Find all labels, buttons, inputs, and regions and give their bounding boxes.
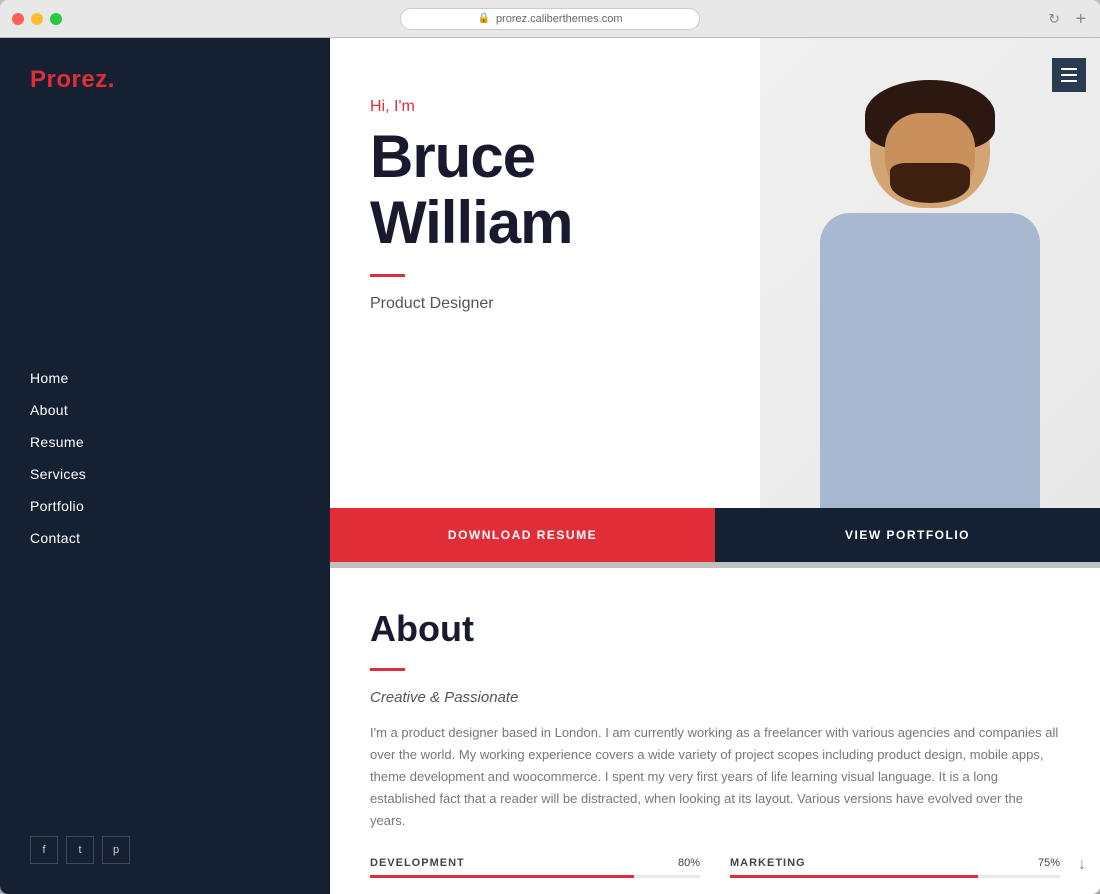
hamburger-line-3 [1061,80,1077,82]
skill-marketing-pct: 75% [1038,857,1060,869]
skill-marketing-name: MARKETING [730,857,806,869]
hero-text: Hi, I'm Bruce William Product Designer [330,38,1100,353]
browser-window: 🔒 prorez.caliberthemes.com ↻ + Prorez. H… [0,0,1100,894]
last-name: William [370,189,573,256]
social-icons: f t p [30,836,130,864]
sidebar-item-resume[interactable]: Resume [30,426,300,458]
logo-dot: . [108,66,115,93]
skill-development: DEVELOPMENT 80% [370,857,700,878]
scroll-down-icon: ↓ [1078,856,1086,874]
skill-marketing: MARKETING 75% [730,857,1060,878]
sidebar-item-services[interactable]: Services [30,458,300,490]
about-subtitle: Creative & Passionate [370,689,1060,706]
hero-title: Product Designer [370,295,1100,313]
sidebar-item-about[interactable]: About [30,394,300,426]
sidebar-item-portfolio[interactable]: Portfolio [30,490,300,522]
hero-name: Bruce William [370,124,1100,256]
hero-section: Hi, I'm Bruce William Product Designer [330,38,1100,508]
sidebar-item-home[interactable]: Home [30,362,300,394]
sidebar-item-contact[interactable]: Contact [30,522,300,554]
sidebar-nav: Home About Resume Services Portfolio Con… [0,362,330,554]
browser-content: Prorez. Home About Resume Services Portf… [0,38,1100,894]
hamburger-line-1 [1061,68,1077,70]
twitter-icon[interactable]: t [66,836,94,864]
hamburger-line-2 [1061,74,1077,76]
new-tab-button[interactable]: + [1075,8,1086,29]
titlebar: 🔒 prorez.caliberthemes.com ↻ + [0,0,1100,38]
sidebar: Prorez. Home About Resume Services Portf… [0,38,330,894]
skill-development-bar-fill [370,875,634,878]
skill-development-bar-bg [370,875,700,878]
view-portfolio-button[interactable]: VIEW PORTFOLIO [715,508,1100,562]
skills-row: DEVELOPMENT 80% MARKETING 75% [370,857,1060,878]
about-body: I'm a product designer based in London. … [370,722,1060,832]
skill-development-header: DEVELOPMENT 80% [370,857,700,869]
minimize-button[interactable] [31,13,43,25]
skill-development-pct: 80% [678,857,700,869]
pinterest-icon[interactable]: p [102,836,130,864]
first-name: Bruce [370,123,535,190]
hero-divider [370,274,405,277]
greeting-text: Hi, I'm [370,98,1100,116]
about-divider [370,668,405,671]
about-title: About [370,608,1060,650]
traffic-lights [12,13,62,25]
download-resume-button[interactable]: DOWNLOAD RESUME [330,508,715,562]
url-text: prorez.caliberthemes.com [496,13,623,25]
cta-buttons: DOWNLOAD RESUME VIEW PORTFOLIO [330,508,1100,562]
close-button[interactable] [12,13,24,25]
main-content: Hi, I'm Bruce William Product Designer [330,38,1100,894]
about-section: About Creative & Passionate I'm a produc… [330,568,1100,894]
hamburger-menu[interactable] [1052,58,1086,92]
skill-marketing-bar-bg [730,875,1060,878]
content-panel: Hi, I'm Bruce William Product Designer [330,38,1100,894]
facebook-icon[interactable]: f [30,836,58,864]
maximize-button[interactable] [50,13,62,25]
lock-icon: 🔒 [477,13,489,24]
url-bar[interactable]: 🔒 prorez.caliberthemes.com [400,8,700,30]
skill-marketing-header: MARKETING 75% [730,857,1060,869]
refresh-button[interactable]: ↻ [1048,10,1060,27]
skill-development-name: DEVELOPMENT [370,857,465,869]
logo: Prorez. [0,38,330,122]
skill-marketing-bar-fill [730,875,978,878]
